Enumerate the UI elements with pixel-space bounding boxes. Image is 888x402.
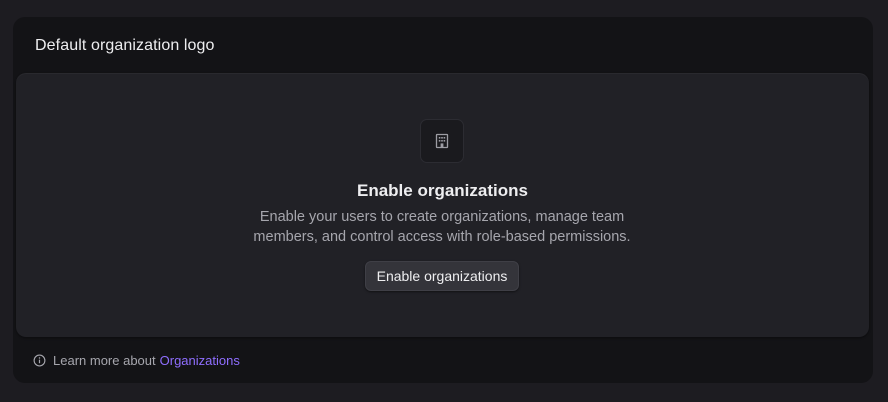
empty-state-title: Enable organizations xyxy=(357,181,528,200)
learn-more-text: Learn more about xyxy=(53,352,156,368)
empty-state-panel: Enable organizations Enable your users t… xyxy=(16,73,869,337)
card-title: Default organization logo xyxy=(35,37,215,54)
enable-organizations-button[interactable]: Enable organizations xyxy=(365,261,519,291)
organizations-docs-link[interactable]: Organizations xyxy=(160,353,240,368)
empty-state-description: Enable your users to create organization… xyxy=(253,209,631,245)
building-icon xyxy=(434,133,450,149)
info-icon xyxy=(33,354,46,367)
learn-more-footer: Learn more about Organizations xyxy=(33,351,240,369)
icon-container xyxy=(420,119,464,163)
organization-logo-card: Default organization logo Enable organiz… xyxy=(13,17,873,383)
